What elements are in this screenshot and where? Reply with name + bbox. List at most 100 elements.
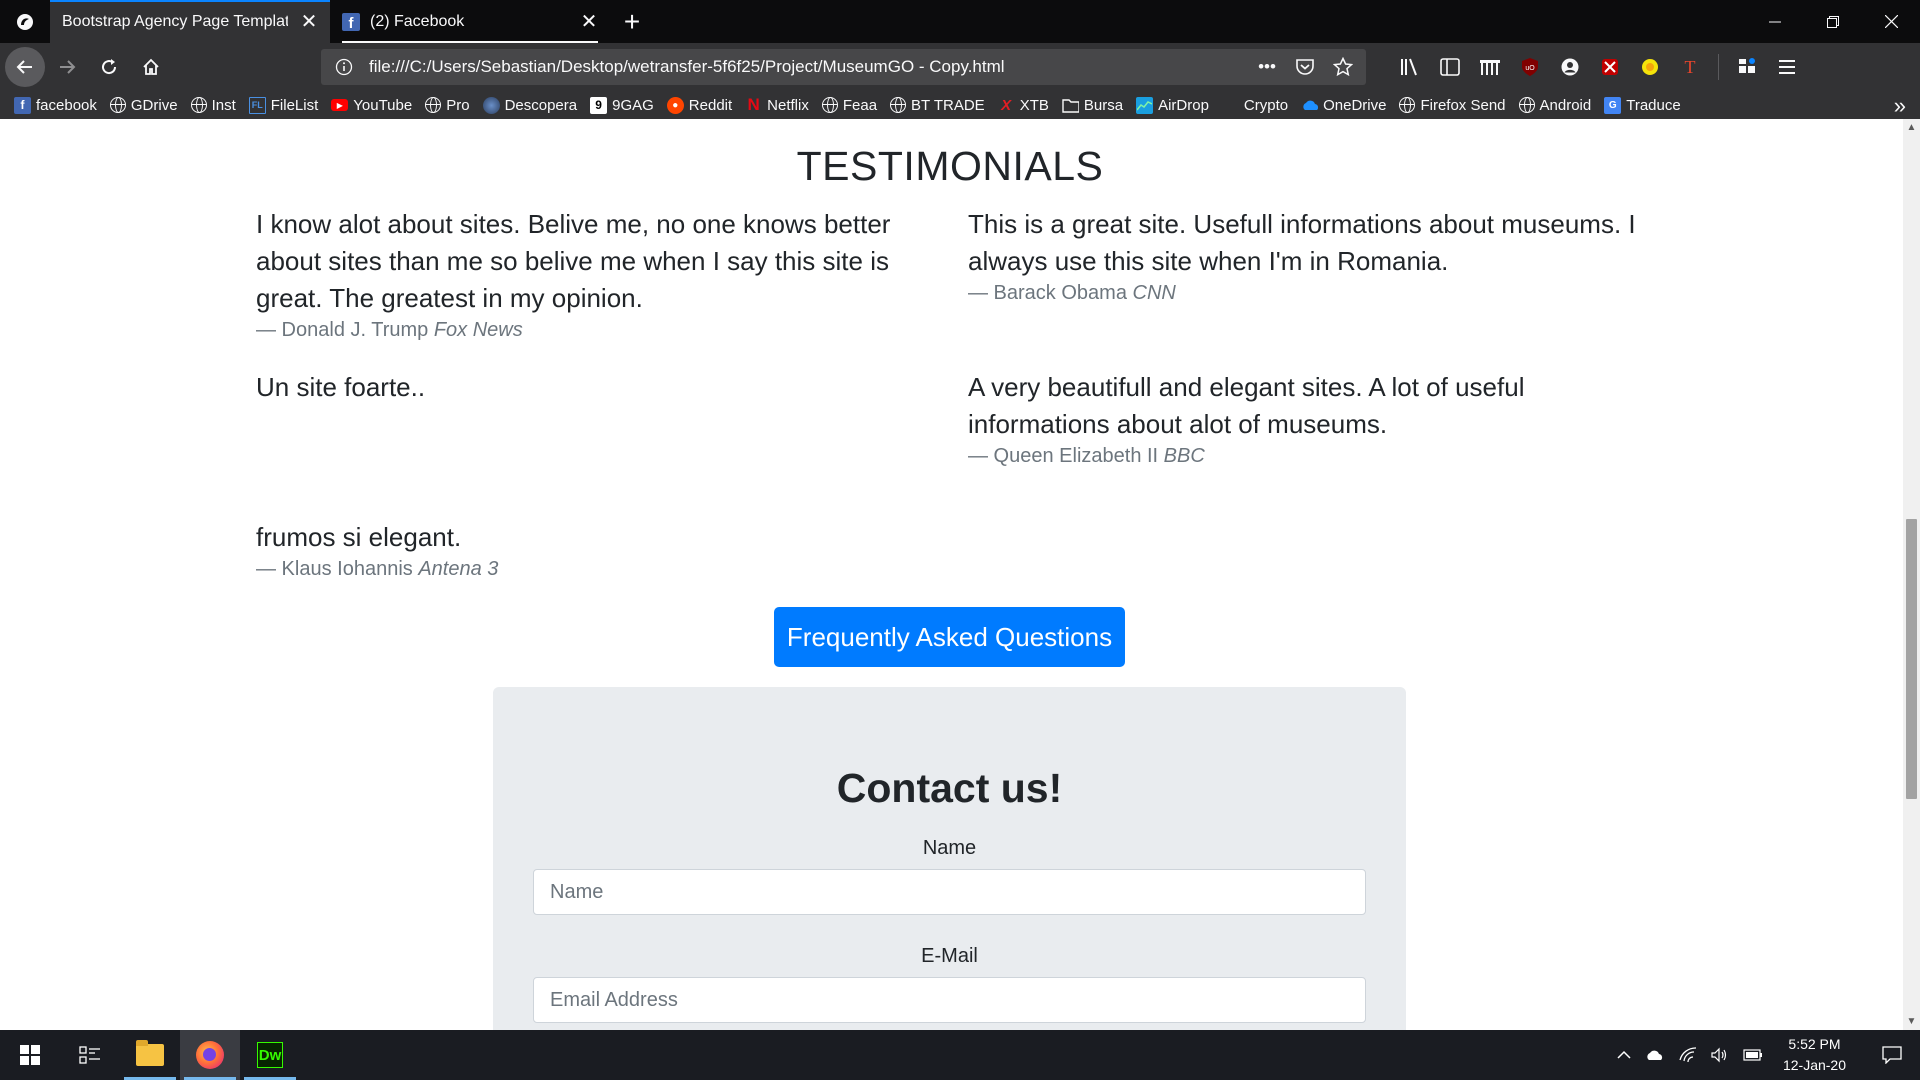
windows-taskbar: Dw 5:52 PM 12-Jan-20 xyxy=(0,1030,1920,1080)
firefox-taskbar-button[interactable] xyxy=(180,1030,240,1080)
bookmark-bt-trade[interactable]: BT TRADE xyxy=(890,97,985,114)
close-window-icon[interactable] xyxy=(1862,0,1920,43)
bookmark-crypto[interactable]: Crypto xyxy=(1221,96,1288,114)
clock-time: 5:52 PM xyxy=(1788,1036,1841,1052)
onedrive-tray-icon[interactable] xyxy=(1645,1049,1665,1061)
bookmark-label: Reddit xyxy=(688,96,733,114)
new-tab-button[interactable]: + xyxy=(610,0,654,43)
wifi-icon[interactable] xyxy=(1679,1047,1697,1063)
bookmark-descopera[interactable]: Descopera xyxy=(482,96,577,114)
bookmark-xtb[interactable]: X XTB xyxy=(998,97,1049,114)
start-button[interactable] xyxy=(0,1030,60,1080)
library-icon[interactable] xyxy=(1394,51,1426,83)
bookmark-feaa[interactable]: Feaa xyxy=(821,97,877,114)
globe-icon xyxy=(821,97,838,113)
email-input[interactable] xyxy=(533,977,1366,1023)
bookmark-label: 9GAG xyxy=(612,96,654,114)
bookmark-label: Traduce xyxy=(1626,96,1681,114)
sidebar-icon[interactable] xyxy=(1434,51,1466,83)
windows-logo-icon xyxy=(20,1045,40,1065)
info-icon[interactable] xyxy=(331,58,357,76)
reload-button[interactable] xyxy=(89,47,129,87)
tab-title: (2) Facebook xyxy=(370,12,465,30)
scroll-down-icon[interactable]: ▼ xyxy=(1903,1013,1920,1030)
notification-center-icon[interactable] xyxy=(1872,1046,1912,1064)
bookmark-reddit[interactable]: ● Reddit xyxy=(666,96,733,114)
bookmark-pro[interactable]: Pro xyxy=(425,97,470,114)
forward-button[interactable] xyxy=(47,47,87,87)
globe-icon xyxy=(190,97,207,113)
volume-icon[interactable] xyxy=(1711,1047,1729,1063)
dreamweaver-icon: Dw xyxy=(257,1042,283,1068)
url-bar[interactable]: file:///C:/Users/Sebastian/Desktop/wetra… xyxy=(321,49,1366,85)
restore-icon[interactable] xyxy=(1804,0,1862,43)
dreamweaver-taskbar-button[interactable]: Dw xyxy=(240,1030,300,1080)
home-button[interactable] xyxy=(131,47,171,87)
blocker-extension-icon[interactable] xyxy=(1594,51,1626,83)
testimonial: frumos si elegant. — Klaus Iohannis Ante… xyxy=(256,519,936,581)
containers-icon[interactable] xyxy=(1474,51,1506,83)
testimonial-footer: — Donald J. Trump Fox News xyxy=(256,319,936,342)
hamburger-menu-icon[interactable] xyxy=(1771,51,1803,83)
scrollbar-thumb[interactable] xyxy=(1906,519,1917,799)
bookmark-label: BT TRADE xyxy=(911,96,985,114)
pocket-icon[interactable] xyxy=(1292,58,1318,76)
testimonials-heading: TESTIMONIALS xyxy=(796,143,1104,189)
bookmark-label: Inst xyxy=(211,96,236,114)
translate-extension-icon[interactable]: T xyxy=(1674,51,1706,83)
yellow-extension-icon[interactable] xyxy=(1634,51,1666,83)
bookmark-inst[interactable]: Inst xyxy=(190,96,236,114)
battery-icon[interactable] xyxy=(1743,1049,1763,1061)
bookmark-facebook[interactable]: f facebook xyxy=(14,96,97,114)
netflix-icon: N xyxy=(747,95,760,114)
tab-strip: Bootstrap Agency Page Template ✕ f (2) F… xyxy=(0,0,1920,43)
bookmark-netflix[interactable]: N Netflix xyxy=(745,95,809,114)
tab-bootstrap-agency[interactable]: Bootstrap Agency Page Template ✕ xyxy=(50,0,330,43)
file-explorer-taskbar-button[interactable] xyxy=(120,1030,180,1080)
bookmark-star-icon[interactable] xyxy=(1330,57,1356,77)
page-viewport: TESTIMONIALS I know alot about sites. Be… xyxy=(0,119,1903,1030)
chevron-double-right-icon[interactable]: » xyxy=(1894,93,1906,119)
bookmark-onedrive[interactable]: OneDrive xyxy=(1301,97,1386,114)
firefox-menu-icon[interactable] xyxy=(0,0,50,43)
testimonial-footer: — Klaus Iohannis Antena 3 xyxy=(256,558,936,581)
close-icon[interactable]: ✕ xyxy=(578,11,600,33)
bookmark-label: Firefox Send xyxy=(1420,96,1506,114)
faq-button[interactable]: Frequently Asked Questions xyxy=(774,607,1125,667)
account-icon[interactable] xyxy=(1554,51,1586,83)
back-button[interactable] xyxy=(5,47,45,87)
bookmark-9gag[interactable]: 9 9GAG xyxy=(590,96,654,114)
airdrop-icon xyxy=(1136,96,1154,114)
bookmark-android[interactable]: Android xyxy=(1518,97,1591,114)
close-icon[interactable]: ✕ xyxy=(298,11,320,33)
extensions-icon[interactable] xyxy=(1731,51,1763,83)
page-actions-icon[interactable]: ••• xyxy=(1254,57,1280,77)
testimonial-quote: This is a great site. Usefull informatio… xyxy=(968,209,1636,276)
name-input[interactable] xyxy=(533,869,1366,915)
testimonial-source: Fox News xyxy=(433,319,523,341)
task-view-button[interactable] xyxy=(60,1030,120,1080)
tab-facebook[interactable]: f (2) Facebook ✕ xyxy=(330,0,610,43)
bookmark-label: GDrive xyxy=(130,96,178,114)
clock[interactable]: 5:52 PM 12-Jan-20 xyxy=(1783,1034,1846,1076)
url-text: file:///C:/Users/Sebastian/Desktop/wetra… xyxy=(369,57,1005,76)
chevron-up-icon[interactable] xyxy=(1617,1050,1631,1060)
scroll-up-icon[interactable]: ▲ xyxy=(1903,119,1920,136)
minimize-icon[interactable] xyxy=(1746,0,1804,43)
bookmark-airdrop[interactable]: AirDrop xyxy=(1136,96,1209,114)
bookmark-filelist[interactable]: FL FileList xyxy=(248,96,318,114)
youtube-icon: ▶ xyxy=(331,99,349,111)
bookmark-youtube[interactable]: ▶ YouTube xyxy=(331,97,412,114)
bookmark-gdrive[interactable]: GDrive xyxy=(109,96,178,114)
onedrive-icon xyxy=(1301,97,1319,114)
facebook-icon: f xyxy=(14,96,31,114)
testimonial-quote: frumos si elegant. xyxy=(256,522,462,552)
testimonial-quote: I know alot about sites. Belive me, no o… xyxy=(256,209,891,313)
ublock-icon[interactable]: uO xyxy=(1514,51,1546,83)
bookmark-traduce[interactable]: G Traduce xyxy=(1604,96,1681,114)
clock-date: 12-Jan-20 xyxy=(1782,1057,1846,1073)
vertical-scrollbar[interactable]: ▲ ▼ xyxy=(1903,119,1920,1030)
reddit-icon: ● xyxy=(666,96,684,114)
bookmark-firefox-send[interactable]: Firefox Send xyxy=(1399,96,1506,114)
bookmark-bursa[interactable]: Bursa xyxy=(1062,97,1123,114)
